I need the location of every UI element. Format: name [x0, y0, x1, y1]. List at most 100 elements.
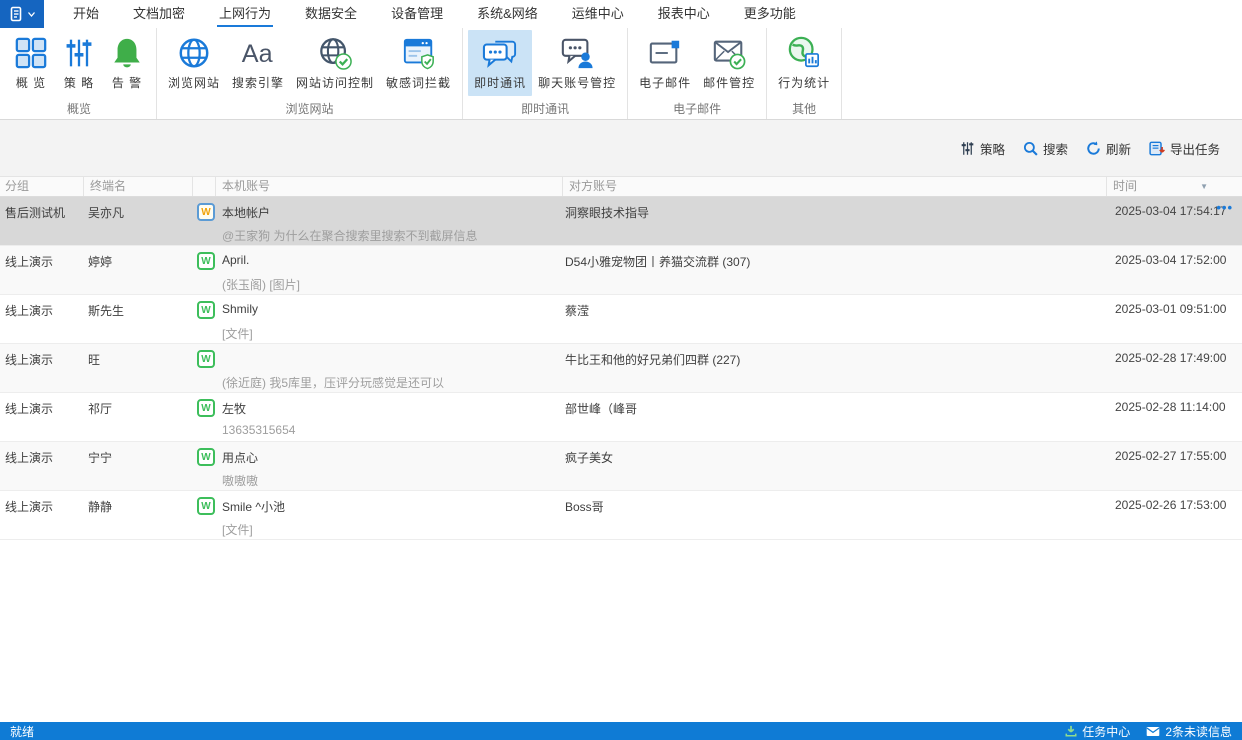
row-terminal: 旺: [88, 351, 100, 368]
row-peer-account: 蔡滢: [565, 302, 589, 319]
column-header-app-icon[interactable]: [193, 177, 216, 196]
chevron-down-icon: [28, 12, 35, 17]
row-terminal: 婷婷: [88, 253, 112, 270]
row-terminal: 宁宁: [88, 449, 112, 466]
row-last-message: 13635315654: [222, 423, 295, 437]
ribbon-item-site-access-control[interactable]: 网站访问控制: [290, 30, 380, 96]
wechat-icon: W: [197, 301, 215, 319]
tab-more-features[interactable]: 更多功能: [727, 0, 813, 28]
search-button[interactable]: 搜索: [1023, 139, 1068, 158]
ribbon-item-search-engine[interactable]: Aa 搜索引擎: [226, 30, 290, 96]
mail-icon: [647, 35, 683, 71]
column-header-group[interactable]: 分组: [0, 177, 84, 196]
tab-data-security[interactable]: 数据安全: [288, 0, 374, 28]
tab-ops-center[interactable]: 运维中心: [555, 0, 641, 28]
table-row[interactable]: 售后测试机 吴亦凡 W 本地帐户 洞察眼技术指导 2025-03-04 17:5…: [0, 197, 1242, 246]
tab-start[interactable]: 开始: [56, 0, 116, 28]
row-peer-account: D54小雅宠物团丨养猫交流群 (307): [565, 253, 750, 270]
wechat-icon: W: [197, 497, 215, 515]
download-icon: [1065, 725, 1077, 737]
row-group: 线上演示: [5, 498, 53, 515]
ribbon-item-overview[interactable]: 概 览: [7, 30, 55, 96]
ribbon-tab-bar: 开始 文档加密 上网行为 数据安全 设备管理 系统&网络 运维中心 报表中心 更…: [0, 0, 1242, 28]
app-window: 开始 文档加密 上网行为 数据安全 设备管理 系统&网络 运维中心 报表中心 更…: [0, 0, 1242, 740]
globe-chart-icon: [786, 35, 822, 71]
row-more-icon[interactable]: •••: [1216, 200, 1233, 215]
ribbon-item-instant-messaging[interactable]: 即时通讯: [468, 30, 532, 96]
wechat-icon: W: [197, 448, 215, 466]
ribbon: 概 览 策 略: [0, 28, 1242, 120]
table-row[interactable]: 线上演示 旺 W 牛比王和他的好兄弟们四群 (227) 2025-02-28 1…: [0, 344, 1242, 393]
export-tasks-button[interactable]: 导出任务: [1149, 139, 1220, 158]
row-time: 2025-02-26 17:53:00: [1115, 498, 1226, 512]
table-row[interactable]: 线上演示 宁宁 W 用点心 疯子美女 2025-02-27 17:55:00 嗷…: [0, 442, 1242, 491]
row-peer-account: 牛比王和他的好兄弟们四群 (227): [565, 351, 740, 368]
column-header-terminal[interactable]: 终端名: [84, 177, 193, 196]
row-time: 2025-02-28 11:14:00: [1115, 400, 1226, 414]
row-group: 线上演示: [5, 351, 53, 368]
tab-report-center[interactable]: 报表中心: [641, 0, 727, 28]
row-last-message: [文件]: [222, 521, 253, 538]
task-center-button[interactable]: 任务中心: [1065, 723, 1130, 740]
ribbon-item-alert[interactable]: 告 警: [103, 30, 151, 96]
tab-system-network[interactable]: 系统&网络: [460, 0, 555, 28]
table-row[interactable]: 线上演示 静静 W Smile ^小池 Boss哥 2025-02-26 17:…: [0, 491, 1242, 540]
search-icon: [1023, 141, 1038, 156]
policy-button[interactable]: 策略: [960, 139, 1005, 158]
row-group: 线上演示: [5, 449, 53, 466]
row-last-message: (张玉阁) [图片]: [222, 276, 300, 293]
row-last-message: [文件]: [222, 325, 253, 342]
wechat-icon: W: [197, 399, 215, 417]
row-local-account: 左牧: [222, 400, 246, 417]
refresh-icon: [1086, 141, 1101, 156]
sliders-icon: [61, 35, 97, 71]
tab-doc-encrypt[interactable]: 文档加密: [116, 0, 202, 28]
row-time: 2025-02-27 17:55:00: [1115, 449, 1226, 463]
table-row[interactable]: 线上演示 婷婷 W April. D54小雅宠物团丨养猫交流群 (307) 20…: [0, 246, 1242, 295]
ribbon-item-mail-control[interactable]: 邮件管控: [697, 30, 761, 96]
row-group: 售后测试机: [5, 204, 65, 221]
row-time: 2025-03-04 17:54:17: [1115, 204, 1226, 218]
row-peer-account: Boss哥: [565, 498, 604, 515]
sliders-icon: [960, 141, 975, 156]
row-last-message: (徐近庭) 我5库里，压评分玩感觉是还可以: [222, 374, 444, 391]
table-row[interactable]: 线上演示 祁厅 W 左牧 部世峰（峰哥 2025-02-28 11:14:00 …: [0, 393, 1242, 442]
column-header-local-account[interactable]: 本机账号: [216, 177, 563, 196]
row-last-message: @王家狗 为什么在聚合搜索里搜索不到截屏信息: [222, 227, 478, 244]
tab-device-management[interactable]: 设备管理: [374, 0, 460, 28]
mail-icon: [1146, 726, 1160, 737]
row-local-account: 本地帐户: [222, 204, 270, 221]
ribbon-group-label: 即时通讯: [468, 96, 622, 122]
globe-icon: [176, 35, 212, 71]
column-header-peer-account[interactable]: 对方账号: [563, 177, 1107, 196]
ribbon-item-policy[interactable]: 策 略: [55, 30, 103, 96]
row-local-account: April.: [222, 253, 249, 267]
ribbon-group-other: 行为统计 其他: [767, 28, 842, 119]
ribbon-group-email: 电子邮件 邮件管控 电子邮件: [628, 28, 767, 119]
row-terminal: 祁厅: [88, 400, 112, 417]
records-list: 售后测试机 吴亦凡 W 本地帐户 洞察眼技术指导 2025-03-04 17:5…: [0, 197, 1242, 540]
chat-user-icon: [559, 35, 595, 71]
wechat-icon: W: [197, 252, 215, 270]
wechat-icon: W: [197, 350, 215, 368]
ribbon-item-email[interactable]: 电子邮件: [633, 30, 697, 96]
unread-messages-button[interactable]: 2条未读信息: [1146, 723, 1232, 740]
ribbon-item-sensitive-word-block[interactable]: 敏感词拦截: [380, 30, 457, 96]
tab-internet-behavior[interactable]: 上网行为: [202, 0, 288, 28]
ribbon-item-chat-account-control[interactable]: 聊天账号管控: [532, 30, 622, 96]
row-peer-account: 疯子美女: [565, 449, 613, 466]
table-header: 分组 终端名 本机账号 对方账号 时间 ▼: [0, 176, 1242, 197]
time-filter-icon[interactable]: ▼: [1200, 183, 1208, 191]
empty-area: [0, 540, 1242, 723]
mail-shield-icon: [711, 35, 747, 71]
ribbon-item-behavior-stats[interactable]: 行为统计: [772, 30, 836, 96]
ribbon-item-browse-websites[interactable]: 浏览网站: [162, 30, 226, 96]
app-menu-button[interactable]: [0, 0, 44, 28]
grid-icon: [13, 35, 49, 71]
row-local-account: Shmily: [222, 302, 258, 316]
wecom-icon: W: [197, 203, 215, 221]
table-row[interactable]: 线上演示 斯先生 W Shmily 蔡滢 2025-03-01 09:51:00…: [0, 295, 1242, 344]
row-group: 线上演示: [5, 253, 53, 270]
column-header-time[interactable]: 时间 ▼: [1107, 177, 1242, 196]
refresh-button[interactable]: 刷新: [1086, 139, 1131, 158]
